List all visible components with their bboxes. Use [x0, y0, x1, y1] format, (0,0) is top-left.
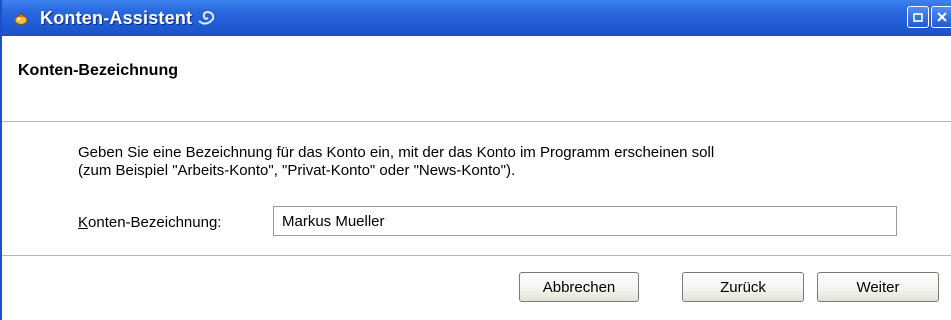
wizard-window: Konten-Assistent Konten-Bezeichnung Gebe… — [0, 0, 951, 320]
app-icon[interactable] — [12, 9, 30, 27]
account-name-label-accesskey: K — [78, 214, 89, 231]
account-name-label: Konten-Bezeichnung: — [78, 214, 221, 231]
description-text: Geben Sie eine Bezeichnung für das Konto… — [78, 144, 714, 180]
window-title: Konten-Assistent — [40, 7, 193, 28]
back-button[interactable]: Zurück — [682, 272, 804, 302]
wizard-content: Geben Sie eine Bezeichnung für das Konto… — [2, 122, 951, 256]
wizard-header: Konten-Bezeichnung — [2, 36, 951, 122]
title-buttons — [905, 6, 951, 28]
account-name-label-rest: onten-Bezeichnung: — [88, 214, 222, 231]
title-bar[interactable]: Konten-Assistent — [2, 0, 951, 36]
description-line-2: (zum Beispiel "Arbeits-Konto", "Privat-K… — [78, 162, 516, 179]
cancel-button[interactable]: Abbrechen — [519, 272, 639, 302]
close-icon[interactable] — [931, 6, 951, 28]
restore-icon[interactable] — [907, 6, 929, 28]
swirl-icon — [195, 7, 217, 29]
wizard-footer: Abbrechen Zurück Weiter — [2, 256, 951, 320]
page-title: Konten-Bezeichnung — [18, 62, 178, 79]
account-name-input[interactable] — [273, 206, 897, 236]
next-button[interactable]: Weiter — [817, 272, 939, 302]
description-line-1: Geben Sie eine Bezeichnung für das Konto… — [78, 144, 715, 161]
